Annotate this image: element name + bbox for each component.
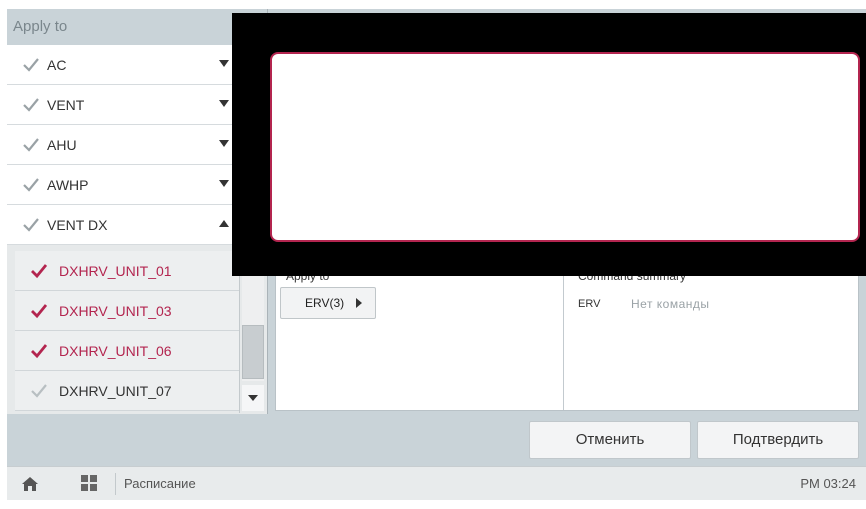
group-row-vent-dx[interactable]: VENT DX <box>7 205 267 245</box>
chevron-down-icon <box>219 100 229 107</box>
apps-grid-icon[interactable] <box>81 475 97 491</box>
overlay-input-box[interactable] <box>270 52 860 242</box>
bottom-bar: Расписание PM 03:24 <box>7 466 866 500</box>
group-label: AC <box>47 57 67 73</box>
cancel-button[interactable]: Отменить <box>529 421 691 459</box>
chevron-up-icon <box>219 220 229 227</box>
erv-button[interactable]: ERV(3) <box>280 287 376 319</box>
unit-item-06[interactable]: DXHRV_UNIT_06 <box>15 331 239 371</box>
home-icon[interactable] <box>21 476 39 492</box>
unit-label: DXHRV_UNIT_03 <box>59 303 172 319</box>
checkmark-icon <box>31 304 48 319</box>
unit-label: DXHRV_UNIT_06 <box>59 343 172 359</box>
checkmark-icon <box>23 98 39 112</box>
chevron-down-icon <box>219 140 229 147</box>
chevron-down-icon <box>219 60 229 67</box>
unit-label: DXHRV_UNIT_01 <box>59 263 172 279</box>
group-label: AWHP <box>47 177 89 193</box>
summary-key: ERV <box>578 298 601 310</box>
group-label: AHU <box>47 137 77 153</box>
checkmark-icon <box>23 218 39 232</box>
checkmark-icon <box>31 384 47 398</box>
screen-title: Расписание <box>124 476 196 491</box>
overlay-panel <box>232 13 866 276</box>
apply-to-panel: Apply to AC VENT AHU AWHP VENT DX DXHRV_… <box>7 9 268 414</box>
app-window: Apply to AC VENT AHU AWHP VENT DX DXHRV_… <box>7 9 866 500</box>
group-label: VENT <box>47 97 85 113</box>
chevron-down-icon <box>248 395 258 401</box>
checkmark-icon <box>31 264 48 279</box>
confirm-button[interactable]: Подтвердить <box>697 421 859 459</box>
scroll-down-button[interactable] <box>242 385 264 411</box>
summary-value: Нет команды <box>631 297 710 311</box>
group-row-vent[interactable]: VENT <box>7 85 267 125</box>
group-row-ahu[interactable]: AHU <box>7 125 267 165</box>
erv-button-label: ERV(3) <box>305 296 345 310</box>
checkmark-icon <box>23 138 39 152</box>
clock: PM 03:24 <box>800 476 856 491</box>
play-arrow-icon <box>356 298 362 308</box>
panel-header: Apply to <box>7 9 267 45</box>
checkmark-icon <box>23 58 39 72</box>
group-row-ac[interactable]: AC <box>7 45 267 85</box>
group-row-awhp[interactable]: AWHP <box>7 165 267 205</box>
group-label: VENT DX <box>47 217 108 233</box>
checkmark-icon <box>23 178 39 192</box>
checkmark-icon <box>31 344 48 359</box>
unit-label: DXHRV_UNIT_07 <box>59 383 172 399</box>
unit-item-07[interactable]: DXHRV_UNIT_07 <box>15 371 239 411</box>
separator <box>115 473 116 495</box>
scroll-thumb[interactable] <box>242 325 264 379</box>
chevron-down-icon <box>219 180 229 187</box>
unit-item-01[interactable]: DXHRV_UNIT_01 <box>15 251 239 291</box>
unit-item-03[interactable]: DXHRV_UNIT_03 <box>15 291 239 331</box>
